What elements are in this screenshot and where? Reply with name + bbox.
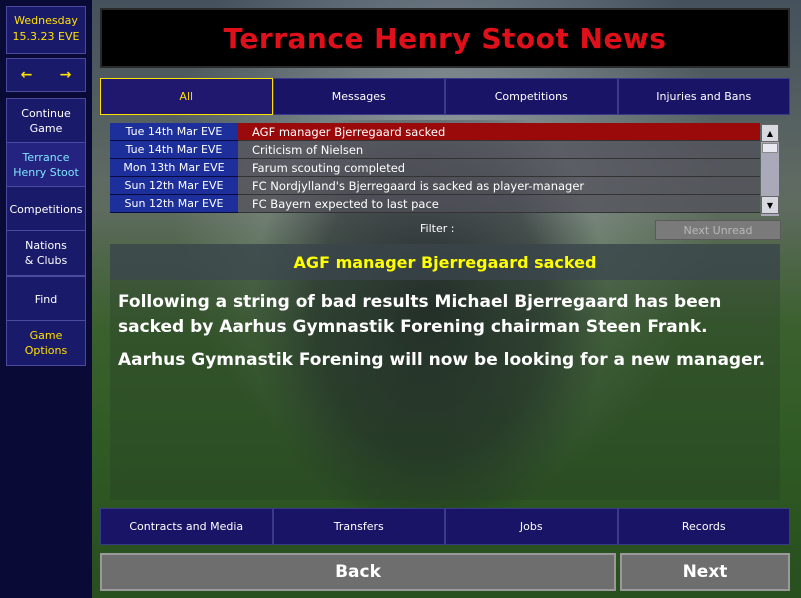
news-title: Criticism of Nielsen bbox=[238, 141, 760, 159]
news-list: Tue 14th Mar EVE AGF manager Bjerregaard… bbox=[110, 123, 760, 215]
transfers-button[interactable]: Transfers bbox=[272, 508, 445, 545]
news-date: Mon 13th Mar EVE bbox=[110, 159, 238, 177]
profile-label-2: Henry Stoot bbox=[13, 166, 79, 179]
news-row[interactable]: Tue 14th Mar EVE AGF manager Bjerregaard… bbox=[110, 123, 760, 141]
news-title: FC Nordjylland's Bjerregaard is sacked a… bbox=[238, 177, 760, 195]
news-row[interactable]: Tue 14th Mar EVE Criticism of Nielsen bbox=[110, 141, 760, 159]
filter-label[interactable]: Filter : bbox=[420, 222, 454, 235]
scroll-down-icon[interactable]: ▼ bbox=[761, 196, 779, 214]
profile-label-1: Terrance bbox=[22, 151, 70, 164]
article-headline: AGF manager Bjerregaard sacked bbox=[110, 244, 780, 280]
scroll-up-icon[interactable]: ▲ bbox=[761, 124, 779, 142]
nations-label-1: Nations bbox=[25, 239, 67, 252]
scroll-thumb[interactable] bbox=[762, 143, 778, 153]
news-title: Farum scouting completed bbox=[238, 159, 760, 177]
arrow-right-icon[interactable]: → bbox=[60, 67, 72, 83]
nations-label-2: & Clubs bbox=[24, 254, 68, 267]
continue-label-2: Game bbox=[29, 122, 63, 135]
tab-all[interactable]: All bbox=[100, 78, 273, 115]
news-row[interactable]: Mon 13th Mar EVE Farum scouting complete… bbox=[110, 159, 760, 177]
date-day: Wednesday bbox=[14, 14, 78, 27]
jobs-button[interactable]: Jobs bbox=[445, 508, 618, 545]
news-tabs: All Messages Competitions Injuries and B… bbox=[100, 78, 790, 115]
news-title: AGF manager Bjerregaard sacked bbox=[238, 123, 760, 141]
continue-label-1: Continue bbox=[21, 107, 71, 120]
find-button[interactable]: Find bbox=[6, 276, 86, 322]
records-button[interactable]: Records bbox=[617, 508, 790, 545]
date-arrows: ← → bbox=[6, 58, 86, 92]
news-title: FC Bayern expected to last pace bbox=[238, 195, 760, 213]
tab-injuries-bans[interactable]: Injuries and Bans bbox=[617, 78, 790, 115]
news-date: Sun 12th Mar EVE bbox=[110, 195, 238, 213]
article-paragraph: Aarhus Gymnastik Forening will now be lo… bbox=[118, 350, 766, 370]
next-button[interactable]: Next bbox=[620, 553, 790, 591]
options-label-1: Game bbox=[29, 329, 63, 342]
options-label-2: Options bbox=[24, 344, 68, 357]
news-row[interactable]: Sun 12th Mar EVE FC Nordjylland's Bjerre… bbox=[110, 177, 760, 195]
tab-competitions[interactable]: Competitions bbox=[445, 78, 618, 115]
news-scrollbar[interactable]: ▲ ▼ bbox=[761, 124, 779, 216]
article-panel: AGF manager Bjerregaard sacked Following… bbox=[110, 244, 780, 500]
next-unread-button[interactable]: Next Unread bbox=[655, 220, 781, 240]
bottom-tabs: Contracts and Media Transfers Jobs Recor… bbox=[100, 508, 790, 545]
page-title: Terrance Henry Stoot News bbox=[100, 8, 790, 68]
date-value: 15.3.23 EVE bbox=[12, 30, 80, 43]
game-options-button[interactable]: Game Options bbox=[6, 320, 86, 366]
nations-clubs-button[interactable]: Nations & Clubs bbox=[6, 230, 86, 276]
find-label: Find bbox=[34, 292, 58, 306]
competitions-label: Competitions bbox=[9, 202, 83, 216]
date-display: Wednesday 15.3.23 EVE bbox=[6, 6, 86, 54]
arrow-left-icon[interactable]: ← bbox=[21, 67, 33, 83]
tab-messages[interactable]: Messages bbox=[272, 78, 445, 115]
contracts-media-button[interactable]: Contracts and Media bbox=[100, 508, 273, 545]
article-paragraph: Following a string of bad results Michae… bbox=[118, 292, 722, 337]
news-date: Sun 12th Mar EVE bbox=[110, 177, 238, 195]
news-row[interactable]: Sun 12th Mar EVE FC Bayern expected to l… bbox=[110, 195, 760, 213]
news-date: Tue 14th Mar EVE bbox=[110, 141, 238, 159]
continue-game-button[interactable]: Continue Game bbox=[6, 98, 86, 144]
competitions-button[interactable]: Competitions bbox=[6, 186, 86, 232]
sidebar: Wednesday 15.3.23 EVE ← → Continue Game T… bbox=[0, 0, 92, 598]
back-button[interactable]: Back bbox=[100, 553, 616, 591]
news-date: Tue 14th Mar EVE bbox=[110, 123, 238, 141]
profile-button[interactable]: Terrance Henry Stoot bbox=[6, 142, 86, 188]
